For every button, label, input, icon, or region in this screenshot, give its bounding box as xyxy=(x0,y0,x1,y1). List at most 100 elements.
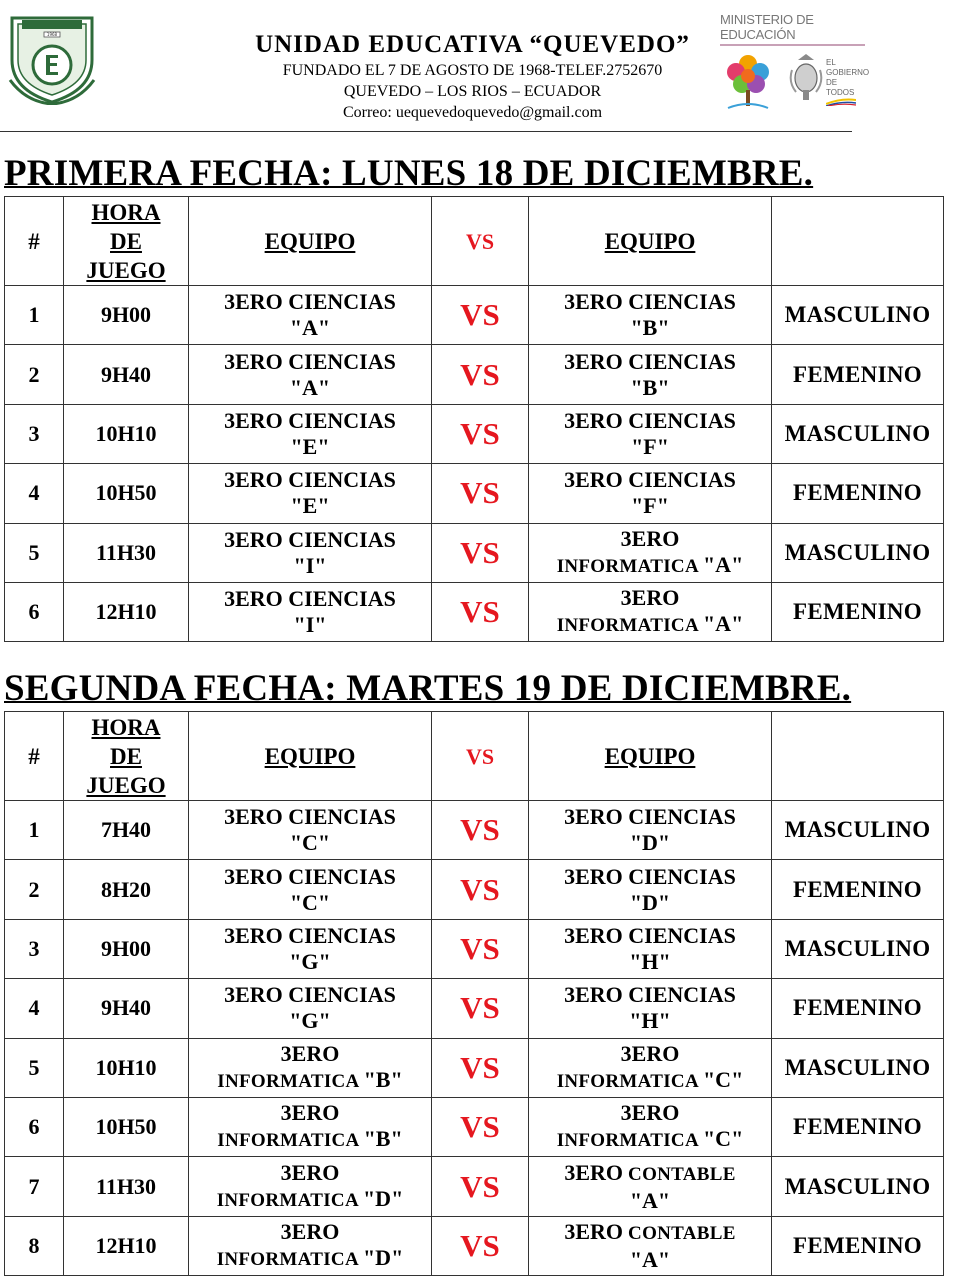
ministry-tree-icon xyxy=(722,42,774,125)
team-b: 3ERO CONTABLE "A" xyxy=(528,1156,772,1217)
team-a-line-2: "A" xyxy=(289,315,331,341)
team-a: 3ERO CIENCIAS "A" xyxy=(188,344,432,405)
team-a-line-1: 3ERO CIENCIAS xyxy=(224,804,396,830)
match-number: 1 xyxy=(4,284,64,346)
match-category: FEMENINO xyxy=(771,1096,944,1158)
match-category: MASCULINO xyxy=(771,1037,944,1098)
team-a-line-2-prefix: INFORMATICA xyxy=(216,1189,363,1211)
team-a-line-2-prefix: INFORMATICA xyxy=(216,1248,363,1270)
match-time: 11H30 xyxy=(63,522,189,583)
team-b: 3ERO CIENCIAS "B" xyxy=(528,344,772,405)
team-b-line-1: 3ERO CIENCIAS xyxy=(564,922,736,948)
match-number: 5 xyxy=(4,522,64,583)
col-header-category xyxy=(771,711,944,801)
table-row: 6 10H50 3ERO INFORMATICA "B" VS 3ERO INFORMATI… xyxy=(4,1096,944,1158)
email-line: Correo: uequevedoquevedo@gmail.com xyxy=(342,104,603,121)
table-row: 7 11H30 3ERO INFORMATICA "D" VS 3ERO CONTABLE… xyxy=(4,1156,944,1217)
table-row: 5 10H10 3ERO INFORMATICA "B" VS 3ERO INFORMATI… xyxy=(4,1037,944,1098)
team-a-line-2: "D" xyxy=(362,1244,404,1270)
team-a-line-1: 3ERO CIENCIAS xyxy=(224,586,396,612)
match-number: 3 xyxy=(4,403,64,465)
match-time: 9H00 xyxy=(63,284,189,346)
team-b-line-1: 3ERO xyxy=(564,1218,623,1244)
team-b-line-2: "B" xyxy=(630,374,670,400)
vs-label: VS xyxy=(431,463,529,524)
team-a-line-2: "E" xyxy=(290,433,330,459)
team-a-line-2: "G" xyxy=(289,1008,331,1034)
vs-label: VS xyxy=(431,1037,529,1098)
team-a: 3ERO CIENCIAS "A" xyxy=(188,284,432,346)
team-b-line-1: 3ERO xyxy=(564,1159,623,1185)
team-a: 3ERO CIENCIAS "G" xyxy=(188,978,432,1039)
team-a-line-1: 3ERO xyxy=(280,1218,340,1244)
team-b: 3ERO INFORMATICA "C" xyxy=(528,1037,772,1098)
match-category: FEMENINO xyxy=(771,859,944,920)
team-b-line-2: "A" xyxy=(702,551,744,577)
match-time: 7H40 xyxy=(63,799,189,861)
match-category: FEMENINO xyxy=(771,1215,944,1277)
team-b-line-2: "A" xyxy=(702,611,744,637)
col-header-category xyxy=(771,196,944,286)
team-b-line-2-prefix: INFORMATICA xyxy=(556,1130,703,1152)
team-a-line-1: 3ERO CIENCIAS xyxy=(224,863,396,889)
section-title-second-date: SEGUNDA FECHA: MARTES 19 DE DICIEMBRE. xyxy=(4,668,852,709)
col-header-time-line-2: DE xyxy=(110,743,142,769)
team-a-line-1: 3ERO CIENCIAS xyxy=(224,982,396,1008)
team-b-line-2: "B" xyxy=(630,315,670,341)
col-header-team-b-label: EQUIPO xyxy=(604,228,696,254)
team-b-line-2: "F" xyxy=(631,433,669,459)
col-header-team-b: EQUIPO xyxy=(528,196,772,286)
vs-label: VS xyxy=(431,1156,529,1217)
col-header-time-line-2: DE xyxy=(110,228,142,254)
team-a-line-1: 3ERO CIENCIAS xyxy=(224,289,396,315)
team-b-line-2: "D" xyxy=(629,889,671,915)
table-row: 1 7H40 3ERO CIENCIAS "C" VS 3ERO CIENCIAS "D" M… xyxy=(4,799,944,861)
col-header-time: HORA DE JUEGO xyxy=(63,711,189,801)
team-b: 3ERO INFORMATICA "A" xyxy=(528,522,772,583)
col-header-time-line-1: HORA xyxy=(91,199,161,225)
team-b: 3ERO CIENCIAS "F" xyxy=(528,403,772,465)
gov-line-1: EL xyxy=(826,58,836,67)
vs-label: VS xyxy=(431,284,529,346)
vs-label: VS xyxy=(431,859,529,920)
ministry-branding: MINISTERIO DE EDUCACIÓN EL GOBIERNO DE T… xyxy=(720,12,869,109)
table-row: 6 12H10 3ERO CIENCIAS "I" VS 3ERO INFORMATICA … xyxy=(4,581,944,643)
team-b-line-2: "A" xyxy=(629,1187,671,1213)
team-a: 3ERO CIENCIAS "I" xyxy=(188,581,432,643)
col-header-vs: VS xyxy=(431,196,529,286)
government-logo: EL GOBIERNO DE TODOS xyxy=(825,58,869,109)
school-crest-logo: 1968 xyxy=(6,10,98,106)
team-a-line-2: "I" xyxy=(293,552,327,578)
team-a-line-2: "C" xyxy=(289,889,331,915)
match-time: 9H00 xyxy=(63,918,189,980)
table-row: 2 9H40 3ERO CIENCIAS "A" VS 3ERO CIENCIAS "B" F… xyxy=(4,344,944,405)
match-number: 8 xyxy=(4,1215,64,1277)
match-category: FEMENINO xyxy=(771,463,944,524)
gov-stripes-icon xyxy=(825,98,857,107)
match-number: 3 xyxy=(4,918,64,980)
match-category: MASCULINO xyxy=(771,918,944,980)
match-time: 10H50 xyxy=(63,463,189,524)
team-b-line-2: "H" xyxy=(629,1008,671,1034)
table-row: 5 11H30 3ERO CIENCIAS "I" VS 3ERO INFORMATICA … xyxy=(4,522,944,583)
match-number: 2 xyxy=(4,344,64,405)
col-header-team-b: EQUIPO xyxy=(528,711,772,801)
match-number: 1 xyxy=(4,799,64,861)
table-row: 2 8H20 3ERO CIENCIAS "C" VS 3ERO CIENCIAS "D" F… xyxy=(4,859,944,920)
table-row: 3 10H10 3ERO CIENCIAS "E" VS 3ERO CIENCIAS "F"… xyxy=(4,403,944,465)
match-time: 8H20 xyxy=(63,859,189,920)
header-divider xyxy=(0,131,852,132)
team-a: 3ERO CIENCIAS "G" xyxy=(188,918,432,980)
vs-label: VS xyxy=(431,403,529,465)
team-b: 3ERO INFORMATICA "A" xyxy=(528,581,772,643)
team-a: 3ERO CIENCIAS "C" xyxy=(188,799,432,861)
table-row: 8 12H10 3ERO INFORMATICA "D" VS 3ERO CONTABLE… xyxy=(4,1215,944,1277)
team-b: 3ERO CIENCIAS "B" xyxy=(528,284,772,346)
match-time: 10H10 xyxy=(63,403,189,465)
team-b-line-1-suffix: CONTABLE xyxy=(623,1163,736,1185)
team-a-line-2: "I" xyxy=(293,612,327,638)
match-time: 12H10 xyxy=(63,1215,189,1277)
team-b-line-1: 3ERO CIENCIAS xyxy=(564,348,736,374)
match-category: MASCULINO xyxy=(771,522,944,583)
col-header-vs: VS xyxy=(431,711,529,801)
